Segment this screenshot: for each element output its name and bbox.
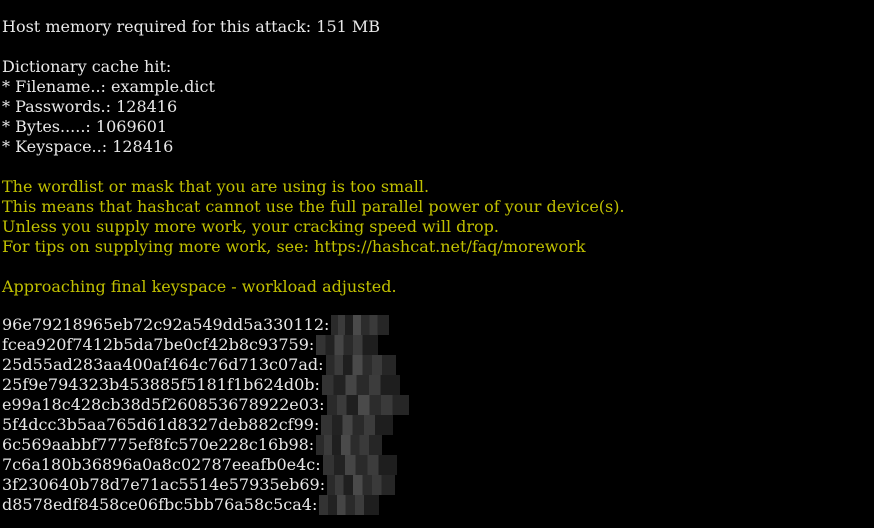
cracked-hash-row: d8578edf8458ce06fbc5bb76a58c5ca4: <box>0 495 874 515</box>
filename-line: * Filename..: example.dict <box>2 77 215 96</box>
redacted-password <box>316 435 383 455</box>
redacted-password <box>321 375 400 395</box>
hash-value: fcea920f7412b5da7be0cf42b8c93759: <box>2 335 315 354</box>
warning-line-parallel-power: This means that hashcat cannot use the f… <box>2 197 625 216</box>
terminal-window[interactable]: Host memory required for this attack: 15… <box>0 0 874 528</box>
cracked-hash-row: 25d55ad283aa400af464c76d713c07ad: <box>0 355 874 375</box>
cracked-hash-row: 96e79218965eb72c92a549dd5a330112: <box>0 315 874 335</box>
cracked-hash-row: 6c569aabbf7775ef8fc570e228c16b98: <box>0 435 874 455</box>
keyspace-line: * Keyspace..: 128416 <box>2 137 174 156</box>
bytes-line: * Bytes.....: 1069601 <box>2 117 168 136</box>
warning-line-tips-url: For tips on supplying more work, see: ht… <box>2 237 586 256</box>
warning-line-speed-drop: Unless you supply more work, your cracki… <box>2 217 500 236</box>
cracked-hash-row: e99a18c428cb38d5f260853678922e03: <box>0 395 874 415</box>
hash-value: 7c6a180b36896a0a8c02787eeafb0e4c: <box>2 455 321 474</box>
redacted-password <box>327 475 396 495</box>
hash-value: 25d55ad283aa400af464c76d713c07ad: <box>2 355 324 374</box>
redacted-password <box>325 355 396 375</box>
cracked-hash-list: 96e79218965eb72c92a549dd5a330112: fcea92… <box>0 315 874 515</box>
cracked-hash-row: 3f230640b78d7e71ac5514e57935eb69: <box>0 475 874 495</box>
hash-value: 25f9e794323b453885f5181f1b624d0b: <box>2 375 320 394</box>
dictionary-cache-line: Dictionary cache hit: <box>2 57 172 76</box>
redacted-password <box>319 495 380 515</box>
hash-value: e99a18c428cb38d5f260853678922e03: <box>2 395 325 414</box>
hash-value: 5f4dcc3b5aa765d61d8327deb882cf99: <box>2 415 320 434</box>
hash-value: 96e79218965eb72c92a549dd5a330112: <box>2 315 330 334</box>
cracked-hash-row: 7c6a180b36896a0a8c02787eeafb0e4c: <box>0 455 874 475</box>
hash-value: 6c569aabbf7775ef8fc570e228c16b98: <box>2 435 315 454</box>
cracked-hash-row: fcea920f7412b5da7be0cf42b8c93759: <box>0 335 874 355</box>
cracked-hash-row: 25f9e794323b453885f5181f1b624d0b: <box>0 375 874 395</box>
redacted-password <box>331 315 390 335</box>
redacted-password <box>322 455 397 475</box>
host-memory-line: Host memory required for this attack: 15… <box>2 17 381 36</box>
redacted-password <box>316 335 379 355</box>
hash-value: 3f230640b78d7e71ac5514e57935eb69: <box>2 475 326 494</box>
passwords-line: * Passwords.: 128416 <box>2 97 178 116</box>
hash-value: d8578edf8458ce06fbc5bb76a58c5ca4: <box>2 495 318 514</box>
warning-line-final-keyspace: Approaching final keyspace - workload ad… <box>2 277 397 296</box>
cracked-hash-row: 5f4dcc3b5aa765d61d8327deb882cf99: <box>0 415 874 435</box>
redacted-password <box>326 395 409 415</box>
warning-line-small-wordlist: The wordlist or mask that you are using … <box>2 177 430 196</box>
redacted-password <box>321 415 394 435</box>
